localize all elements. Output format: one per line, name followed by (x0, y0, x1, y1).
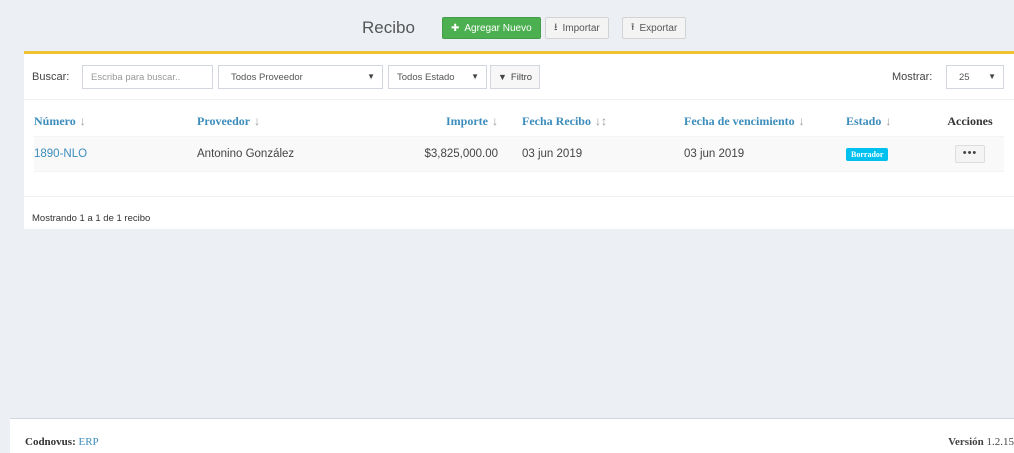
filter-icon: ▼ (498, 72, 507, 82)
column-header-acciones: Acciones (947, 113, 993, 128)
table-header-row: Número ↓ Proveedor ↓ Importe ↓ Fecha Recibo… (34, 106, 1004, 137)
column-header-estado[interactable]: Estado ↓ (846, 106, 936, 137)
import-button[interactable]: ⭳ Importar (545, 17, 609, 39)
add-new-label: Agregar Nuevo (464, 22, 532, 34)
amount-cell: $3,825,000.00 (397, 136, 522, 172)
provider-select-value: Todos Proveedor (231, 71, 303, 83)
page-title: Recibo (362, 18, 415, 37)
column-header-numero[interactable]: Número ↓ (34, 106, 197, 137)
sort-numeric-icon: ↓↕ (594, 113, 607, 128)
search-label: Buscar: (32, 71, 70, 83)
table-row: 1890-NLO Antonino González $3,825,000.00… (34, 136, 1004, 172)
upload-icon: ⭱ (631, 21, 635, 33)
plus-icon: ✚ (451, 22, 460, 34)
export-button[interactable]: ⭱ Exportar (622, 17, 687, 39)
sort-icon: ↓ (798, 113, 805, 128)
status-select-value: Todos Estado (397, 71, 455, 83)
actions-menu-button[interactable]: ••• (955, 145, 985, 163)
search-placeholder: Escriba para buscar.. (91, 71, 181, 83)
provider-select[interactable]: Todos Proveedor ▼ (218, 65, 383, 89)
column-header-fecha-vencimiento[interactable]: Fecha de vencimiento ↓ (684, 106, 846, 137)
divider (24, 99, 1014, 100)
column-header-proveedor[interactable]: Proveedor ↓ (197, 106, 397, 137)
version-number: 1.2.15 (986, 436, 1014, 448)
show-label: Mostrar: (892, 71, 933, 83)
receipts-panel: Buscar: Escriba para buscar.. Todos Prov… (24, 51, 1014, 229)
receipt-date-cell: 03 jun 2019 (522, 136, 684, 172)
sort-icon: ↓ (885, 113, 892, 128)
column-header-fecha-recibo[interactable]: Fecha Recibo ↓↕ (522, 106, 684, 137)
version-label: Versión (948, 436, 984, 448)
page-size-select[interactable]: 25 ▼ (946, 65, 1004, 89)
chevron-down-icon: ▼ (988, 72, 996, 81)
page-header: Recibo ✚ Agregar Nuevo ⭳ Importar ⭱ Expo… (10, 0, 1014, 50)
chevron-down-icon: ▼ (367, 72, 375, 81)
due-date-cell: 03 jun 2019 (684, 136, 846, 172)
chevron-down-icon: ▼ (471, 72, 479, 81)
filter-button[interactable]: ▼ Filtro (490, 65, 541, 89)
status-select[interactable]: Todos Estado ▼ (388, 65, 487, 89)
divider (24, 196, 1014, 197)
import-label: Importar (562, 22, 600, 34)
filter-bar: Buscar: Escriba para buscar.. Todos Prov… (24, 54, 1014, 98)
receipts-table: Número ↓ Proveedor ↓ Importe ↓ Fecha Recibo… (34, 106, 1004, 172)
filter-button-label: Filtro (510, 71, 533, 83)
provider-cell: Antonino González (197, 136, 397, 172)
column-header-importe[interactable]: Importe ↓ (397, 106, 522, 137)
version-info: Versión 1.2.15 (948, 436, 1014, 448)
download-icon: ⭳ (554, 21, 558, 33)
erp-link[interactable]: ERP (79, 436, 99, 448)
add-new-button[interactable]: ✚ Agregar Nuevo (442, 17, 541, 39)
export-label: Exportar (639, 22, 678, 34)
receipt-number-link[interactable]: 1890-NLO (34, 148, 87, 160)
footer: Codnovus: ERP Versión 1.2.15 (10, 418, 1014, 453)
pagination-summary: Mostrando 1 a 1 de 1 recibo (32, 213, 151, 224)
search-input[interactable]: Escriba para buscar.. (82, 65, 213, 89)
sort-icon: ↓ (79, 113, 86, 128)
footer-brand: Codnovus: ERP (25, 436, 99, 448)
status-badge: Borrador (846, 148, 889, 161)
page-size-value: 25 (959, 71, 970, 83)
sort-icon: ↓ (254, 113, 261, 128)
brand-name: Codnovus: (25, 436, 76, 448)
sort-icon: ↓ (492, 113, 498, 128)
